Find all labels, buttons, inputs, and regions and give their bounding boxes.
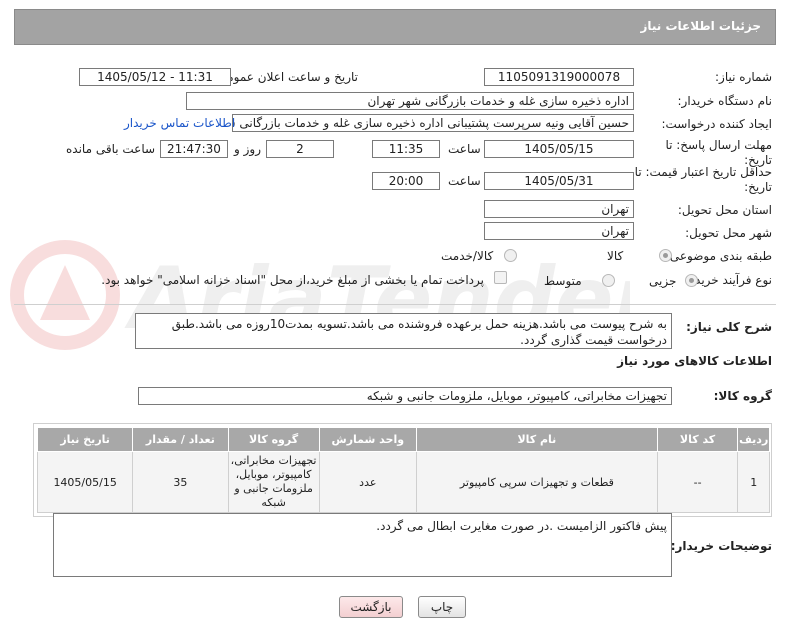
province-label: استان محل تحویل: xyxy=(677,203,772,217)
deadline-time-label: ساعت xyxy=(448,142,481,156)
category-goods-label: کالا xyxy=(607,249,624,263)
cell-code: -- xyxy=(656,451,739,513)
process-minor-label: جزیی xyxy=(649,274,677,288)
print-button[interactable]: چاپ xyxy=(418,596,466,618)
page-header: جزئیات اطلاعات نیاز xyxy=(14,9,776,45)
validity-label: حداقل تاریخ اعتبار قیمت: تا تاریخ: xyxy=(634,165,772,194)
days-label: روز و xyxy=(234,142,261,156)
col-need-date: تاریخ نیاز xyxy=(36,427,134,452)
cell-name: قطعات و تجهیزات سرپی کامپیوتر xyxy=(415,451,658,513)
col-code: کد کالا xyxy=(656,427,739,452)
process-medium-label: متوسط xyxy=(544,274,582,288)
buyer-contact-link[interactable]: اطلاعات تماس خریدار xyxy=(124,116,235,130)
deadline-date-field: 1405/05/15 xyxy=(484,140,634,158)
category-goods-service-label: کالا/خدمت xyxy=(441,249,494,263)
cell-need-date: 1405/05/15 xyxy=(36,451,134,513)
cell-quantity: 35 xyxy=(132,451,229,513)
cell-unit: عدد xyxy=(318,451,417,513)
table-header-row: ردیف کد کالا نام کالا واحد شمارش گروه کا… xyxy=(36,427,770,452)
creator-label: ایجاد کننده درخواست: xyxy=(661,117,772,131)
validity-date-field: 1405/05/31 xyxy=(484,172,634,190)
time-remaining-field: 21:47:30 xyxy=(160,140,228,158)
table-row: 1 -- قطعات و تجهیزات سرپی کامپیوتر عدد ت… xyxy=(36,451,770,513)
treasury-payment-note: پرداخت تمام یا بخشی از مبلغ خرید،از محل … xyxy=(101,273,484,287)
need-number-label: شماره نیاز: xyxy=(715,70,772,84)
description-textarea[interactable]: به شرح پیوست می باشد.هزینه حمل برعهده فر… xyxy=(135,313,672,349)
deadline-label: مهلت ارسال پاسخ: تا تاریخ: xyxy=(665,138,772,167)
process-type-label: نوع فرآیند خرید : xyxy=(687,273,772,287)
need-number-field: 1105091319000078 xyxy=(484,68,634,86)
treasury-payment-checkbox[interactable] xyxy=(494,271,507,284)
page-title: جزئیات اطلاعات نیاز xyxy=(640,19,761,33)
col-row: ردیف xyxy=(737,427,770,452)
goods-table-container: ردیف کد کالا نام کالا واحد شمارش گروه کا… xyxy=(33,423,772,517)
announce-label: تاریخ و ساعت اعلان عمومی: xyxy=(213,70,358,84)
goods-table: ردیف کد کالا نام کالا واحد شمارش گروه کا… xyxy=(36,427,770,513)
goods-group-field: تجهیزات مخابراتی، کامپیوتر، موبایل، ملزو… xyxy=(138,387,672,405)
category-label: طبقه بندی موضوعی: xyxy=(665,249,772,263)
col-quantity: تعداد / مقدار xyxy=(132,427,229,452)
days-remaining-field: 2 xyxy=(266,140,334,158)
goods-group-label: گروه کالا: xyxy=(713,389,772,403)
province-field: تهران xyxy=(484,200,634,218)
process-medium-radio[interactable] xyxy=(602,274,615,287)
validity-time-label: ساعت xyxy=(448,174,481,188)
buyer-field: اداره ذخیره سازی غله و خدمات بازرگانی شه… xyxy=(186,92,634,110)
cell-row: 1 xyxy=(737,451,770,513)
creator-field: حسین آقایی ونیه سرپرست پشتیبانی اداره ذخ… xyxy=(232,114,634,132)
description-label: شرح کلی نیاز: xyxy=(686,320,772,334)
separator xyxy=(14,304,776,305)
goods-section-title: اطلاعات کالاهای مورد نیاز xyxy=(617,354,772,368)
buyer-notes-text: پیش فاکتور الزامیست .در صورت مغایرت ابطا… xyxy=(376,519,667,533)
time-remaining-label: ساعت باقی مانده xyxy=(66,142,156,156)
back-button[interactable]: بازگشت xyxy=(339,596,403,618)
col-unit: واحد شمارش xyxy=(318,427,417,452)
buyer-label: نام دستگاه خریدار: xyxy=(677,94,773,108)
city-field: تهران xyxy=(484,222,634,240)
announce-datetime-field: 1405/05/12 - 11:31 xyxy=(79,68,231,86)
process-minor-radio[interactable] xyxy=(685,274,698,287)
col-group: گروه کالا xyxy=(227,427,320,452)
buyer-notes-label: توضیحات خریدار: xyxy=(670,539,772,553)
city-label: شهر محل تحویل: xyxy=(685,226,772,240)
deadline-time-field: 11:35 xyxy=(372,140,440,158)
validity-time-field: 20:00 xyxy=(372,172,440,190)
category-goods-radio[interactable] xyxy=(659,249,672,262)
cell-group: تجهیزات مخابراتی، کامپیوتر، موبایل، ملزو… xyxy=(227,451,320,513)
col-name: نام کالا xyxy=(415,427,658,452)
category-goods-service-radio[interactable] xyxy=(504,249,517,262)
description-text: به شرح پیوست می باشد.هزینه حمل برعهده فر… xyxy=(171,317,667,347)
buyer-notes-textarea[interactable]: پیش فاکتور الزامیست .در صورت مغایرت ابطا… xyxy=(53,513,672,577)
